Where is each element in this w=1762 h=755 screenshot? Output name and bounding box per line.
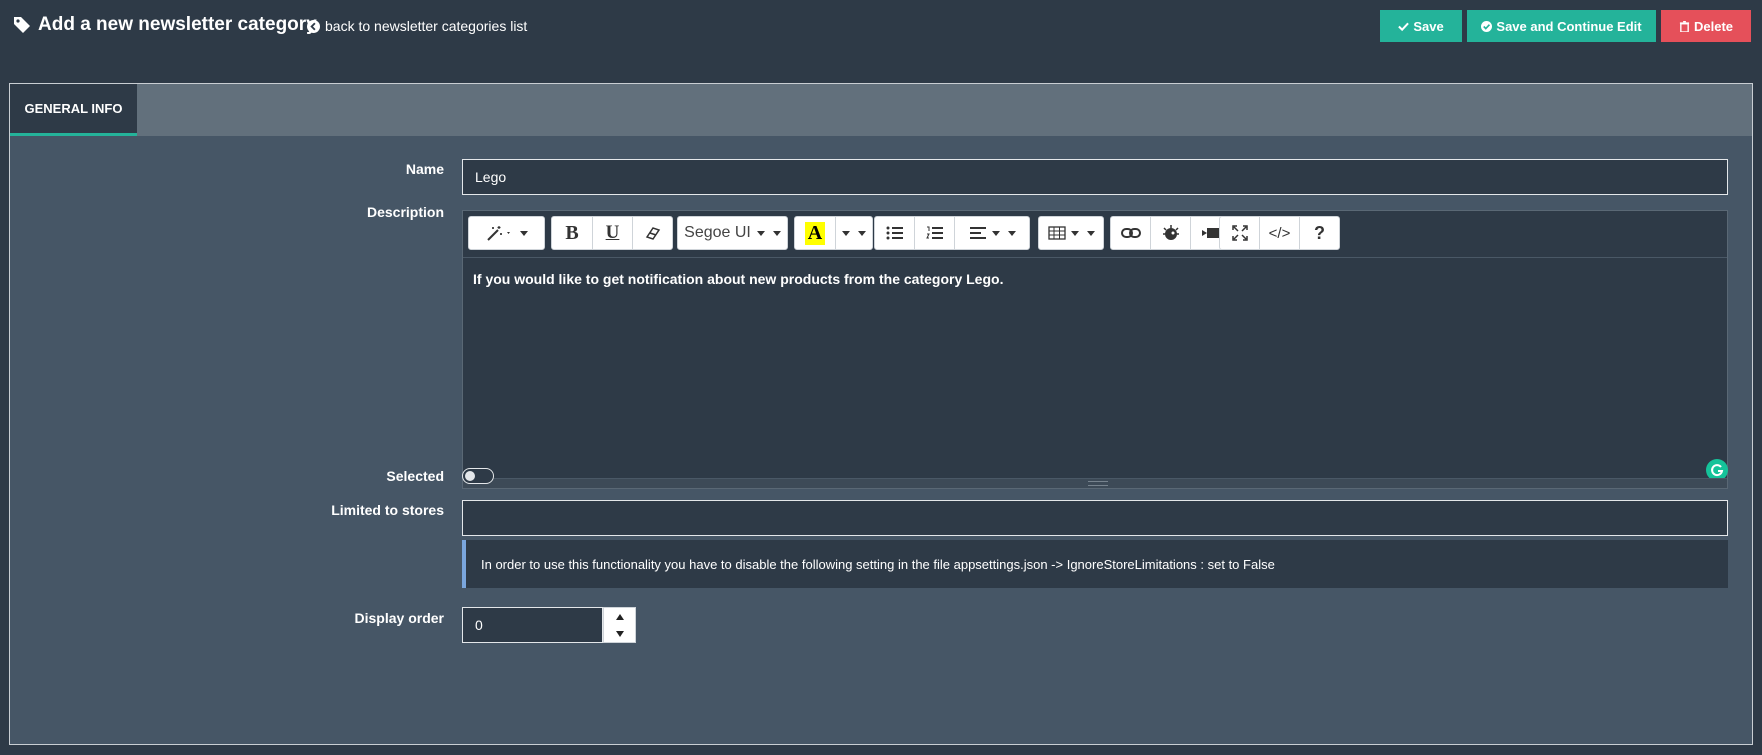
tab-general-info[interactable]: GENERAL INFO	[10, 84, 137, 136]
name-label: Name	[405, 161, 444, 177]
video-icon	[1201, 228, 1220, 238]
toolbar-group-fontname: Segoe UI	[677, 216, 788, 250]
limited-to-stores-label: Limited to stores	[331, 502, 444, 518]
underline-button[interactable]: U	[592, 216, 633, 250]
list-ul-icon	[886, 226, 903, 240]
highlight-letter: A	[804, 221, 826, 245]
picture-icon	[1162, 225, 1179, 240]
editor-toolbar: B U Segoe UI A </> ?	[463, 211, 1727, 258]
toolbar-group-para	[874, 216, 1030, 250]
editor-resize-handle[interactable]	[463, 478, 1727, 488]
title-wrap: Add a new newsletter category	[13, 14, 317, 36]
description-label: Description	[366, 204, 444, 220]
color-dropdown[interactable]	[835, 216, 873, 250]
name-input[interactable]	[462, 159, 1728, 195]
delete-button[interactable]: Delete	[1661, 10, 1751, 42]
decrement-button[interactable]	[604, 625, 635, 642]
table-dropdown[interactable]	[1038, 216, 1104, 250]
highlight-color-button[interactable]: A	[794, 216, 836, 250]
display-order-spinner	[603, 607, 636, 643]
ordered-list-button[interactable]	[914, 216, 955, 250]
code-view-button[interactable]: </>	[1259, 216, 1300, 250]
toggle-knob	[465, 471, 475, 481]
eraser-icon	[645, 227, 660, 240]
limited-to-stores-input[interactable]	[462, 500, 1728, 536]
fullscreen-button[interactable]	[1219, 216, 1260, 250]
back-to-list-link[interactable]: back to newsletter categories list	[307, 18, 527, 34]
increment-button[interactable]	[604, 608, 635, 625]
back-link-label: back to newsletter categories list	[325, 18, 528, 34]
help-button[interactable]: ?	[1299, 216, 1340, 250]
clear-format-button[interactable]	[632, 216, 673, 250]
selected-toggle[interactable]	[462, 468, 494, 484]
insert-link-button[interactable]	[1110, 216, 1151, 250]
magic-icon	[486, 226, 510, 241]
page-title: Add a new newsletter category	[38, 14, 317, 35]
check-icon	[1398, 22, 1410, 31]
fullscreen-icon	[1231, 225, 1248, 241]
editor-content[interactable]: If you would like to get notification ab…	[473, 271, 1003, 287]
bold-button[interactable]: B	[551, 216, 593, 250]
display-order-stepper	[462, 607, 636, 643]
save-button-label: Save	[1413, 18, 1444, 34]
toolbar-group-color: A	[794, 216, 873, 250]
trash-icon	[1679, 20, 1690, 32]
toolbar-group-view: </> ?	[1219, 216, 1340, 250]
description-editor[interactable]: B U Segoe UI A </> ? If you would like t…	[462, 210, 1728, 489]
insert-picture-button[interactable]	[1150, 216, 1191, 250]
toolbar-group-table	[1038, 216, 1104, 250]
display-order-input[interactable]	[462, 607, 603, 643]
display-order-label: Display order	[354, 610, 444, 626]
save-and-continue-button[interactable]: Save and Continue Edit	[1467, 10, 1656, 42]
unordered-list-button[interactable]	[874, 216, 915, 250]
align-icon	[969, 227, 986, 239]
arrow-circle-left-icon	[307, 19, 320, 33]
page-header: Add a new newsletter category back to ne…	[0, 0, 1762, 60]
table-icon	[1047, 226, 1066, 240]
save-continue-label: Save and Continue Edit	[1496, 18, 1642, 34]
check-circle-icon	[1481, 20, 1493, 32]
tag-icon	[14, 17, 30, 33]
store-limitation-note: In order to use this functionality you h…	[462, 540, 1728, 588]
form-panel: GENERAL INFO Name Description B U S	[9, 83, 1753, 745]
paragraph-align-dropdown[interactable]	[954, 216, 1030, 250]
list-ol-icon	[925, 226, 943, 239]
font-name-dropdown[interactable]: Segoe UI	[677, 216, 788, 250]
toolbar-group-style	[468, 216, 545, 250]
delete-button-label: Delete	[1693, 18, 1734, 34]
selected-label: Selected	[386, 468, 444, 484]
style-dropdown[interactable]	[468, 216, 545, 250]
tab-bar: GENERAL INFO	[10, 84, 1752, 136]
save-button[interactable]: Save	[1380, 10, 1462, 42]
link-icon	[1120, 228, 1141, 238]
toolbar-group-font: B U	[551, 216, 673, 250]
font-name-label: Segoe UI	[684, 224, 751, 241]
